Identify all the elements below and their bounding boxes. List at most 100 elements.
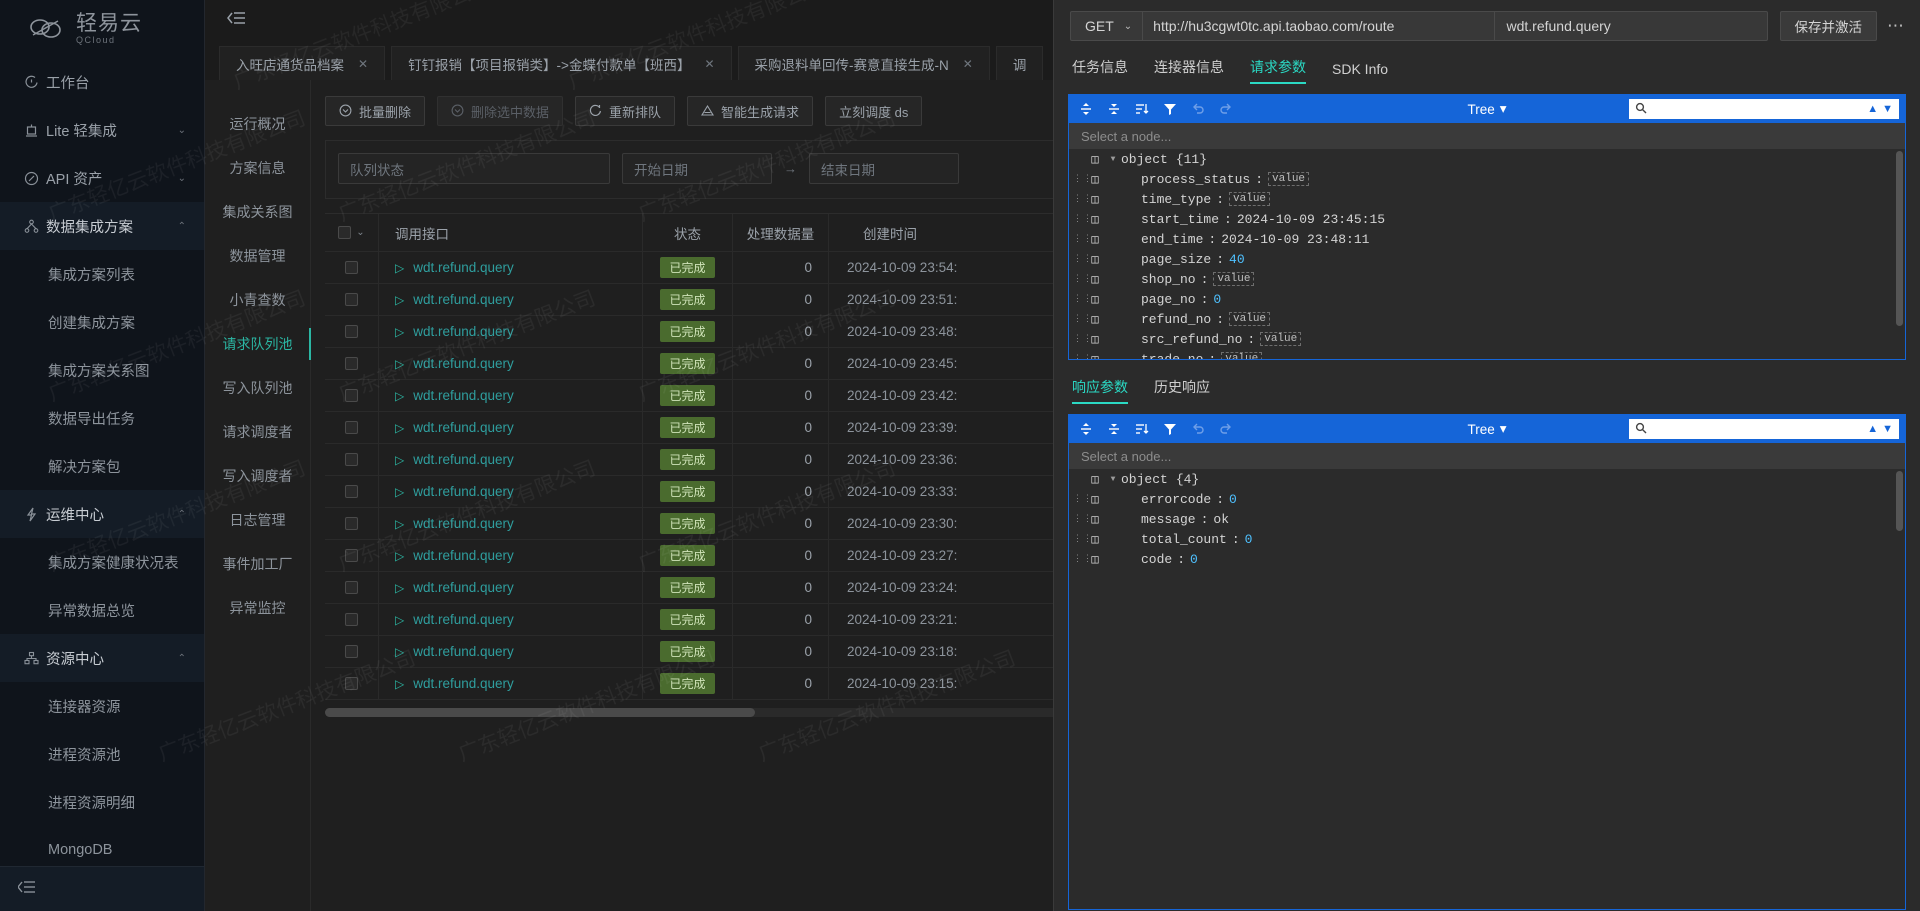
row-select-cell[interactable] xyxy=(325,476,379,507)
api-link[interactable]: wdt.refund.query xyxy=(413,676,514,691)
request-editor-search[interactable]: ▲ ▼ xyxy=(1629,99,1899,119)
sidebar-subitem-7[interactable]: 数据导出任务 xyxy=(0,394,204,442)
end-date-input[interactable]: 结束日期 xyxy=(809,153,959,184)
sidebar-subitem-13[interactable]: 连接器资源 xyxy=(0,682,204,730)
submenu-item-2[interactable]: 集成关系图 xyxy=(205,190,310,234)
row-select-cell[interactable] xyxy=(325,380,379,411)
json-field-row[interactable]: ⋮⋮◫code:0 xyxy=(1069,549,1905,569)
submenu-item-10[interactable]: 事件加工厂 xyxy=(205,542,310,586)
json-field-value[interactable]: value xyxy=(1268,172,1309,186)
drag-handle-icon[interactable]: ⋮⋮ xyxy=(1069,316,1085,323)
run-icon[interactable]: ▷ xyxy=(395,517,404,531)
api-link[interactable]: wdt.refund.query xyxy=(413,516,514,531)
api-link[interactable]: wdt.refund.query xyxy=(413,580,514,595)
row-checkbox[interactable] xyxy=(345,325,358,338)
json-field-value[interactable]: value xyxy=(1221,352,1262,359)
row-select-cell[interactable] xyxy=(325,636,379,667)
api-link[interactable]: wdt.refund.query xyxy=(413,260,514,275)
api-link[interactable]: wdt.refund.query xyxy=(413,420,514,435)
collapse-all-icon[interactable] xyxy=(1107,102,1121,116)
submenu-item-9[interactable]: 日志管理 xyxy=(205,498,310,542)
request-editor-scrollbar[interactable] xyxy=(1896,151,1903,326)
sort-icon[interactable] xyxy=(1135,102,1149,116)
run-icon[interactable]: ▷ xyxy=(395,581,404,595)
sidebar-subitem-11[interactable]: 异常数据总览 xyxy=(0,586,204,634)
search-next-icon[interactable]: ▼ xyxy=(1882,423,1893,435)
filter-icon[interactable] xyxy=(1163,422,1177,436)
api-link[interactable]: wdt.refund.query xyxy=(413,356,514,371)
run-icon[interactable]: ▷ xyxy=(395,613,404,627)
api-link[interactable]: wdt.refund.query xyxy=(413,292,514,307)
request-node-selector[interactable]: Select a node... xyxy=(1069,123,1905,149)
undo-icon[interactable] xyxy=(1191,422,1205,436)
json-field-value[interactable]: value xyxy=(1229,312,1270,326)
brand-logo[interactable]: 轻易云 QCloud xyxy=(0,0,204,58)
run-icon[interactable]: ▷ xyxy=(395,261,404,275)
json-field-row[interactable]: ⋮⋮◫process_status:value xyxy=(1069,169,1905,189)
redo-icon[interactable] xyxy=(1219,102,1233,116)
row-checkbox[interactable] xyxy=(345,357,358,370)
drag-handle-icon[interactable]: ⋮⋮ xyxy=(1069,516,1085,523)
sidebar-item-3[interactable]: 数据集成方案⌃ xyxy=(0,202,204,250)
close-icon[interactable]: ✕ xyxy=(704,57,714,71)
submenu-item-0[interactable]: 运行概况 xyxy=(205,102,310,146)
drag-handle-icon[interactable]: ⋮⋮ xyxy=(1069,536,1085,543)
json-field-key[interactable]: shop_no xyxy=(1141,272,1196,287)
row-checkbox[interactable] xyxy=(345,517,358,530)
http-method-select[interactable]: GET ⌄ xyxy=(1071,12,1143,40)
json-field-row[interactable]: ⋮⋮◫shop_no:value xyxy=(1069,269,1905,289)
menu-collapse-icon[interactable] xyxy=(227,10,246,31)
row-checkbox[interactable] xyxy=(345,421,358,434)
chevron-down-icon[interactable]: ▼ xyxy=(1105,475,1121,484)
drag-handle-icon[interactable]: ⋮⋮ xyxy=(1069,196,1085,203)
queue-status-input[interactable]: 队列状态 xyxy=(338,153,610,184)
json-field-value[interactable]: 2024-10-09 23:45:15 xyxy=(1237,212,1385,227)
json-field-value[interactable]: ok xyxy=(1213,512,1229,527)
drag-handle-icon[interactable]: ⋮⋮ xyxy=(1069,176,1085,183)
json-field-row[interactable]: ⋮⋮◫start_time:2024-10-09 23:45:15 xyxy=(1069,209,1905,229)
json-field-key[interactable]: trade_no xyxy=(1141,352,1203,360)
json-field-value[interactable]: value xyxy=(1260,332,1301,346)
submenu-item-6[interactable]: 写入队列池 xyxy=(205,366,310,410)
json-field-value[interactable]: 40 xyxy=(1229,252,1245,267)
json-field-row[interactable]: ⋮⋮◫total_count:0 xyxy=(1069,529,1905,549)
json-root-row[interactable]: ◫▼object{4} xyxy=(1069,469,1905,489)
run-icon[interactable]: ▷ xyxy=(395,677,404,691)
json-field-value[interactable]: 0 xyxy=(1190,552,1198,567)
api-link[interactable]: wdt.refund.query xyxy=(413,452,514,467)
chevron-icon[interactable]: ⌃ xyxy=(178,653,186,664)
api-link[interactable]: wdt.refund.query xyxy=(413,388,514,403)
drag-handle-icon[interactable]: ⋮⋮ xyxy=(1069,256,1085,263)
toolbar-button-4[interactable]: 立刻调度 ds xyxy=(825,96,922,126)
run-icon[interactable]: ▷ xyxy=(395,293,404,307)
save-activate-button[interactable]: 保存并激活 xyxy=(1780,11,1878,41)
json-field-key[interactable]: total_count xyxy=(1141,532,1227,547)
drag-handle-icon[interactable]: ⋮⋮ xyxy=(1069,296,1085,303)
drag-handle-icon[interactable]: ⋮⋮ xyxy=(1069,216,1085,223)
run-icon[interactable]: ▷ xyxy=(395,453,404,467)
json-field-row[interactable]: ⋮⋮◫errorcode:0 xyxy=(1069,489,1905,509)
request-json-tree[interactable]: ◫▼object{11}⋮⋮◫process_status:value⋮⋮◫ti… xyxy=(1069,149,1905,359)
toolbar-button-0[interactable]: 批量删除 xyxy=(325,96,425,126)
submenu-item-11[interactable]: 异常监控 xyxy=(205,586,310,630)
row-select-cell[interactable] xyxy=(325,348,379,379)
workspace-tab-2[interactable]: 采购退料单回传-赛意直接生成-N✕ xyxy=(738,46,990,80)
json-field-value[interactable]: 2024-10-09 23:48:11 xyxy=(1221,232,1369,247)
chevron-icon[interactable]: ⌄ xyxy=(178,125,186,136)
run-icon[interactable]: ▷ xyxy=(395,645,404,659)
api-link[interactable]: wdt.refund.query xyxy=(413,644,514,659)
api-name-input[interactable]: wdt.refund.query xyxy=(1495,12,1767,40)
response-editor-scrollbar[interactable] xyxy=(1896,471,1903,531)
json-field-row[interactable]: ⋮⋮◫end_time:2024-10-09 23:48:11 xyxy=(1069,229,1905,249)
json-field-value[interactable]: value xyxy=(1229,192,1270,206)
request-tab-1[interactable]: 连接器信息 xyxy=(1154,57,1224,84)
json-field-key[interactable]: src_refund_no xyxy=(1141,332,1242,347)
workspace-tab-0[interactable]: 入旺店通货品档案✕ xyxy=(219,46,385,80)
api-link[interactable]: wdt.refund.query xyxy=(413,484,514,499)
api-link[interactable]: wdt.refund.query xyxy=(413,548,514,563)
json-field-key[interactable]: page_no xyxy=(1141,292,1196,307)
run-icon[interactable]: ▷ xyxy=(395,357,404,371)
chevron-icon[interactable]: ⌄ xyxy=(178,173,186,184)
json-field-key[interactable]: time_type xyxy=(1141,192,1211,207)
filter-icon[interactable] xyxy=(1163,102,1177,116)
